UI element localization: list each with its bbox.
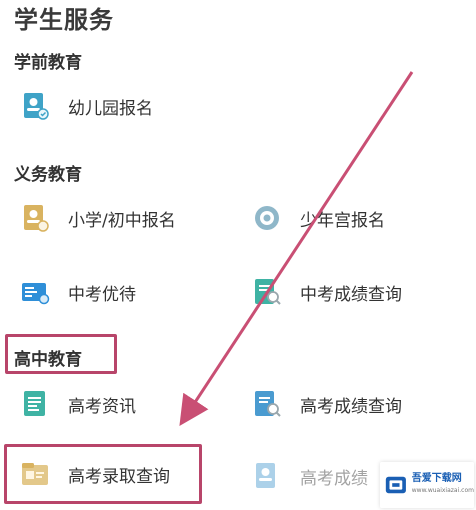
service-item-label: 高考资讯 xyxy=(68,396,136,417)
service-item-label: 少年宫报名 xyxy=(300,210,385,231)
service-item-gaokao-score[interactable]: 高考成绩 xyxy=(252,456,368,496)
section-title-preschool: 学前教育 xyxy=(14,53,82,73)
watermark-subtext: www.wuaixiazai.com xyxy=(411,487,474,494)
document-person-icon xyxy=(24,205,49,232)
document-lines-icon xyxy=(24,391,45,416)
annotation-arrow xyxy=(179,71,414,427)
document-person-icon xyxy=(24,93,49,120)
document-person-icon xyxy=(256,463,275,488)
document-search-icon xyxy=(255,279,281,305)
service-item-label: 高考成绩 xyxy=(300,468,368,489)
service-item-zhongkao-score-query[interactable]: 中考成绩查询 xyxy=(252,272,402,312)
service-item-label: 小学/初中报名 xyxy=(68,210,176,231)
service-item-label: 高考成绩查询 xyxy=(300,396,402,417)
section-title-compulsory: 义务教育 xyxy=(14,165,82,185)
folder-card-icon xyxy=(22,463,48,485)
id-card-icon xyxy=(22,283,50,305)
service-item-gaokao-admission-query[interactable]: 高考录取查询 xyxy=(20,454,170,494)
service-item-youth-palace-registration[interactable]: 少年宫报名 xyxy=(252,198,385,238)
service-item-gaokao-score-query[interactable]: 高考成绩查询 xyxy=(252,384,402,424)
section-title-highschool: 高中教育 xyxy=(14,350,82,370)
service-item-label: 中考成绩查询 xyxy=(300,284,402,305)
service-item-label: 高考录取查询 xyxy=(68,466,170,487)
service-item-gaokao-news[interactable]: 高考资讯 xyxy=(20,384,136,424)
service-item-label: 中考优待 xyxy=(68,284,136,305)
service-item-primary-middle-registration[interactable]: 小学/初中报名 xyxy=(20,198,176,238)
document-search-icon xyxy=(255,391,281,417)
watermark-logo: 吾爱下载网 www.wuaixiazai.com xyxy=(380,462,474,508)
service-item-label: 幼儿园报名 xyxy=(68,98,153,119)
gear-badge-icon xyxy=(255,206,279,230)
watermark-text: 吾爱下载网 xyxy=(411,473,462,484)
box-logo-icon xyxy=(385,476,406,494)
service-item-kindergarten-registration[interactable]: 幼儿园报名 xyxy=(20,86,153,126)
page-title: 学生服务 xyxy=(14,6,114,34)
service-item-exam-preference[interactable]: 中考优待 xyxy=(20,272,136,312)
